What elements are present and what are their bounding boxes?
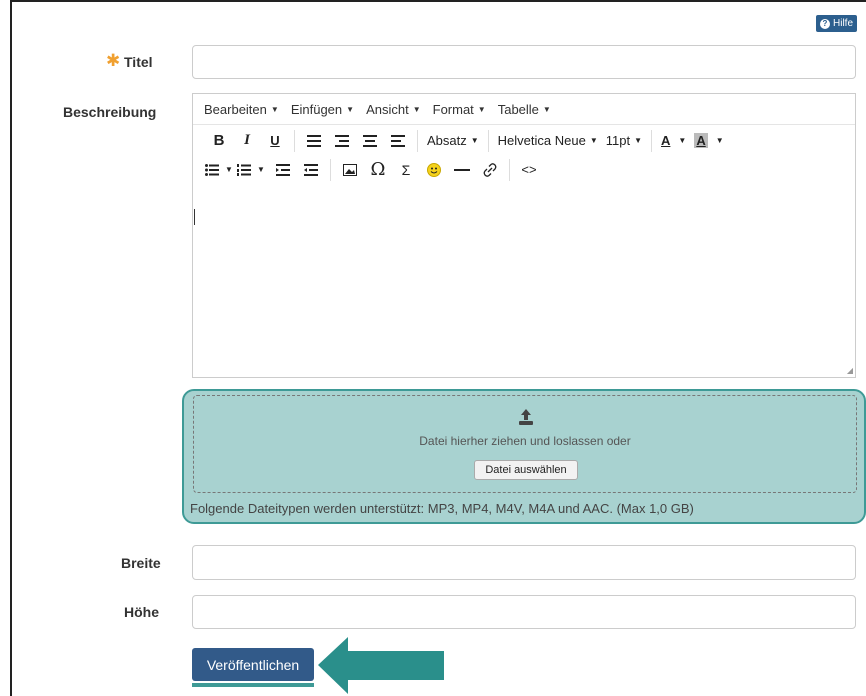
menu-tabelle[interactable]: Tabelle ▼ [498,102,551,117]
height-input[interactable] [192,595,856,629]
question-icon: ? [820,18,830,29]
toolbar-separator [330,158,331,181]
editor-toolbar-row2: ▼ ▼ Ω Σ <> [193,155,855,184]
rich-text-editor: Bearbeiten ▼ Einfügen ▼ Ansicht ▼ Format ▼ T… [192,93,856,378]
caret-down-icon: ▼ [678,136,687,145]
height-label: Höhe [124,604,159,620]
background-color-button[interactable]: A ▼ [690,129,727,153]
font-size-dropdown[interactable]: 11pt ▼ [602,129,646,153]
indent-icon[interactable] [269,158,297,182]
pointer-arrow-icon [318,637,444,694]
menu-bearbeiten[interactable]: Bearbeiten ▼ [204,102,279,117]
align-left-icon[interactable] [384,129,412,153]
toolbar-separator [487,129,489,152]
editor-toolbar-row1: B I U Absatz ▼ Helvetica Neue ▼ 11pt ▼ A ▼ A… [193,126,855,155]
width-input[interactable] [192,545,856,580]
caret-down-icon: ▼ [346,104,355,114]
help-label: Hilfe [833,18,854,29]
source-code-button[interactable]: <> [515,158,543,182]
numbered-list-icon [237,163,252,176]
supported-file-types: Folgende Dateitypen werden unterstützt: … [190,501,694,516]
emoticon-icon[interactable] [420,158,448,182]
editor-menubar: Bearbeiten ▼ Einfügen ▼ Ansicht ▼ Format ▼ T… [193,94,855,125]
resize-handle-icon[interactable]: ◢ [847,366,853,375]
editor-content-area[interactable]: ◢ [193,205,855,377]
toolbar-separator [294,129,295,152]
upload-icon [519,409,533,425]
menu-einfuegen[interactable]: Einfügen ▼ [291,102,354,117]
toolbar-separator [651,129,653,152]
bold-button[interactable]: B [205,129,233,153]
italic-button[interactable]: I [233,129,261,153]
image-icon[interactable] [336,158,364,182]
paragraph-format-dropdown[interactable]: Absatz ▼ [423,129,483,153]
title-label: Titel [124,54,153,70]
link-icon[interactable] [476,158,504,182]
caret-down-icon: ▼ [412,104,421,114]
file-dropzone[interactable]: Datei hierher ziehen und loslassen oder … [193,395,857,493]
text-color-button[interactable]: A ▼ [657,129,690,153]
publish-underline-highlight [192,683,314,687]
required-star-icon: ✱ [106,51,121,70]
caret-down-icon: ▼ [477,104,486,114]
width-label: Breite [121,555,161,571]
outdent-icon[interactable] [297,158,325,182]
caret-down-icon: ▼ [257,165,265,174]
drop-instructions: Datei hierher ziehen und loslassen oder [419,434,631,448]
publish-button[interactable]: Veröffentlichen [192,648,314,681]
horizontal-rule-icon[interactable] [448,158,476,182]
help-button[interactable]: ? Hilfe [816,15,858,32]
menu-format[interactable]: Format ▼ [433,102,486,117]
align-center-icon[interactable] [356,129,384,153]
upload-highlight: Datei hierher ziehen und loslassen oder … [182,389,866,524]
caret-down-icon: ▼ [225,165,233,174]
underline-button[interactable]: U [261,129,289,153]
menu-ansicht[interactable]: Ansicht ▼ [366,102,421,117]
caret-down-icon: ▼ [470,136,479,145]
toolbar-separator [417,129,418,152]
caret-down-icon: ▼ [715,136,724,145]
numbered-list-button[interactable]: ▼ [237,158,265,182]
caret-down-icon: ▼ [589,136,598,145]
bullet-list-icon [205,163,220,176]
title-input[interactable] [192,45,856,79]
toolbar-separator [509,158,510,181]
caret-down-icon: ▼ [270,104,279,114]
sigma-button[interactable]: Σ [392,158,420,182]
caret-down-icon: ▼ [542,104,551,114]
caret-down-icon: ▼ [634,136,643,145]
font-family-dropdown[interactable]: Helvetica Neue ▼ [494,129,602,153]
choose-file-button[interactable]: Datei auswählen [474,460,578,480]
text-cursor [194,209,195,225]
description-label: Beschreibung [63,104,157,120]
bullet-list-button[interactable]: ▼ [205,158,233,182]
align-justify-icon[interactable] [300,129,328,153]
align-right-icon[interactable] [328,129,356,153]
special-char-omega-button[interactable]: Ω [364,158,392,182]
